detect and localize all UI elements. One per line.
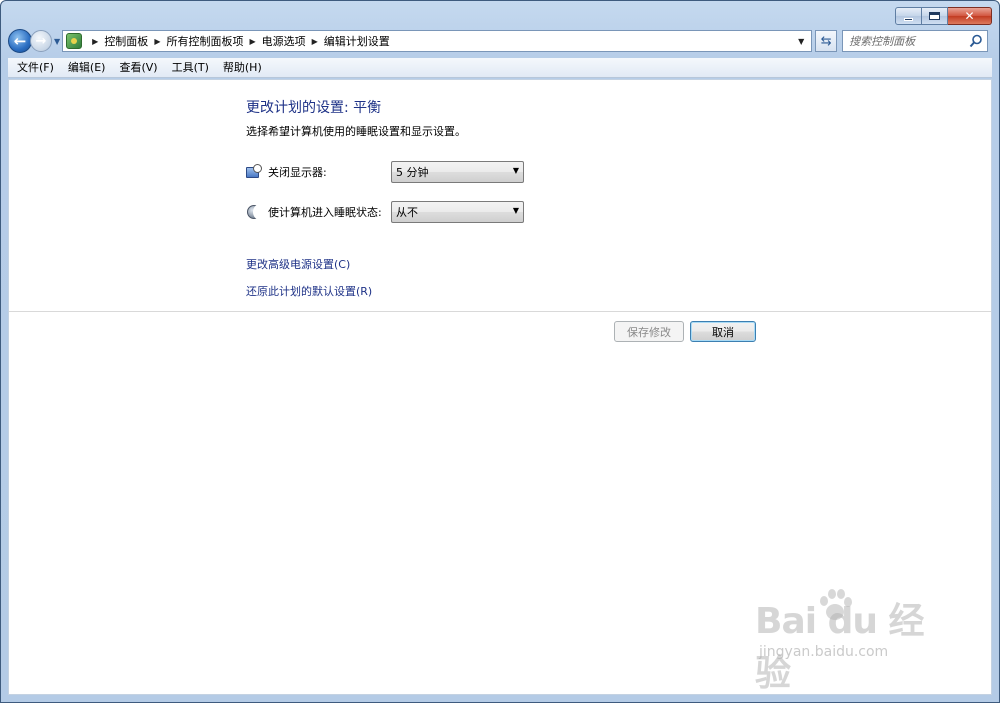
display-off-value: 5 分钟 (396, 166, 429, 179)
maximize-button[interactable] (922, 7, 948, 25)
forward-button[interactable]: → (30, 30, 52, 52)
display-off-select[interactable]: 5 分钟 ▼ (391, 161, 524, 183)
moon-icon (246, 204, 263, 220)
minimize-icon (904, 17, 913, 21)
search-box (842, 30, 989, 52)
setting-row-display-off: 关闭显示器: 5 分钟 ▼ (246, 161, 524, 183)
display-off-label: 关闭显示器: (268, 166, 327, 179)
menu-help[interactable]: 帮助(H) (216, 58, 269, 78)
page-description: 选择希望计算机使用的睡眠设置和显示设置。 (246, 125, 466, 138)
search-icon[interactable] (969, 34, 983, 48)
refresh-icon: ⇆ (820, 33, 832, 49)
breadcrumb-control-panel[interactable]: 控制面板 (104, 33, 148, 49)
minimize-button[interactable] (895, 7, 922, 25)
close-icon: ✕ (964, 9, 975, 23)
breadcrumb-separator-icon[interactable]: ▶ (154, 37, 160, 46)
navigation-bar: ← → ▼ ▶ 控制面板 ▶ 所有控制面板项 ▶ 电源选项 ▶ 编辑计划设置 ▼… (8, 29, 992, 53)
breadcrumb-separator-icon[interactable]: ▶ (92, 37, 98, 46)
recent-pages-dropdown-icon[interactable]: ▼ (54, 37, 60, 46)
watermark-url: jingyan.baidu.com (759, 644, 889, 660)
save-changes-button[interactable]: 保存修改 (614, 321, 684, 342)
maximize-icon (929, 12, 940, 20)
menu-bar: 文件(F) 编辑(E) 查看(V) 工具(T) 帮助(H) (8, 58, 992, 78)
window-frame: ✕ ← → ▼ ▶ 控制面板 ▶ 所有控制面板项 ▶ 电源选项 ▶ 编辑计划设置… (0, 0, 1000, 703)
monitor-clock-icon (246, 164, 262, 180)
content-pane: 更改计划的设置: 平衡 选择希望计算机使用的睡眠设置和显示设置。 关闭显示器: … (8, 79, 992, 695)
breadcrumb-power-options[interactable]: 电源选项 (262, 33, 306, 49)
back-button[interactable]: ← (8, 29, 32, 53)
search-input[interactable] (849, 34, 966, 48)
menu-file[interactable]: 文件(F) (10, 58, 61, 78)
breadcrumb-separator-icon[interactable]: ▶ (312, 37, 318, 46)
breadcrumb-separator-icon[interactable]: ▶ (249, 37, 255, 46)
caption-buttons: ✕ (895, 7, 992, 25)
restore-defaults-link[interactable]: 还原此计划的默认设置(R) (246, 283, 372, 299)
advanced-power-settings-link[interactable]: 更改高级电源设置(C) (246, 256, 350, 272)
watermark: Bai du 经验 jingyan.baidu.com (743, 584, 943, 694)
sleep-value: 从不 (396, 206, 418, 219)
sleep-label: 使计算机进入睡眠状态: (268, 206, 382, 219)
chevron-down-icon: ▼ (512, 166, 519, 175)
page-title: 更改计划的设置: 平衡 (246, 100, 382, 116)
menu-tools[interactable]: 工具(T) (165, 58, 216, 78)
menu-edit[interactable]: 编辑(E) (61, 58, 113, 78)
divider (9, 311, 991, 312)
breadcrumb-all-items[interactable]: 所有控制面板项 (166, 33, 243, 49)
refresh-button[interactable]: ⇆ (815, 30, 838, 52)
setting-row-sleep: 使计算机进入睡眠状态: 从不 ▼ (246, 201, 524, 223)
control-panel-icon (66, 33, 83, 49)
forward-arrow-icon: → (35, 33, 47, 49)
cancel-button[interactable]: 取消 (690, 321, 756, 342)
address-dropdown-icon[interactable]: ▼ (793, 33, 809, 49)
sleep-select[interactable]: 从不 ▼ (391, 201, 524, 223)
menu-view[interactable]: 查看(V) (112, 58, 164, 78)
close-button[interactable]: ✕ (948, 7, 992, 25)
chevron-down-icon: ▼ (512, 206, 519, 215)
breadcrumb-edit-plan[interactable]: 编辑计划设置 (324, 33, 390, 49)
address-bar[interactable]: ▶ 控制面板 ▶ 所有控制面板项 ▶ 电源选项 ▶ 编辑计划设置 ▼ (62, 30, 813, 52)
back-arrow-icon: ← (13, 32, 27, 50)
